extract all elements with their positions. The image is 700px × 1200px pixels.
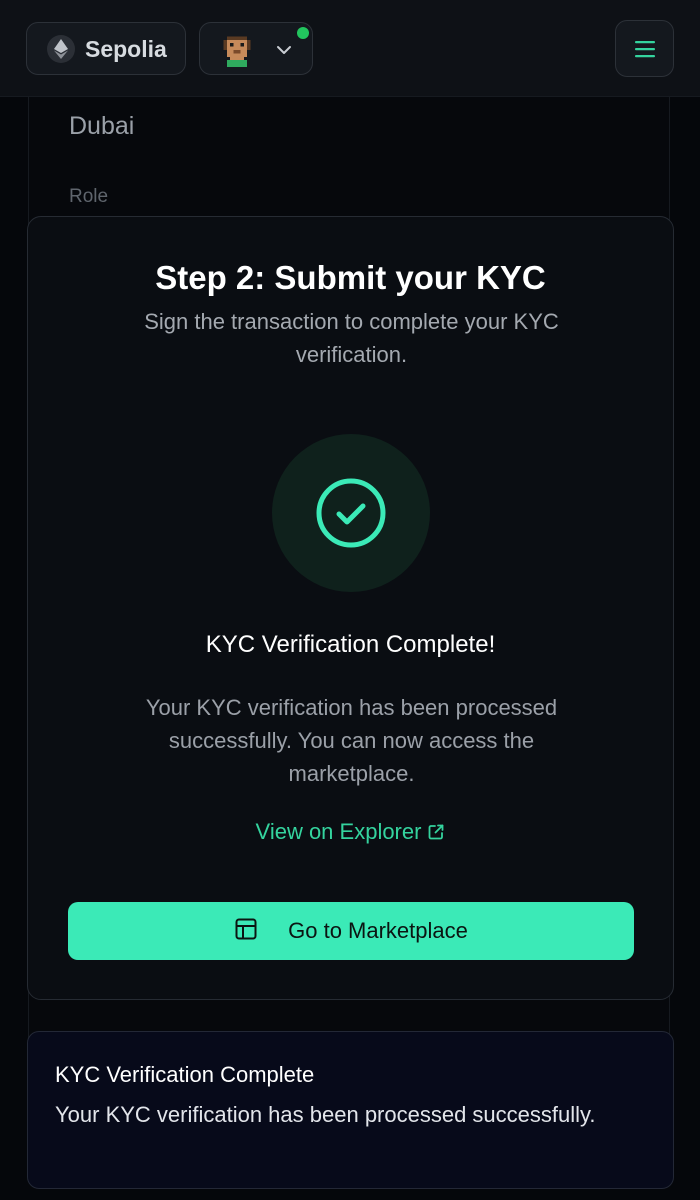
account-button[interactable] [199, 22, 313, 75]
verification-complete-description: Your KYC verification has been processed… [145, 695, 558, 786]
hamburger-icon [634, 40, 655, 57]
toast-body: Your KYC verification has been processed… [55, 1102, 596, 1127]
marketplace-button-label: Go to Marketplace [288, 918, 468, 943]
ethereum-icon [47, 35, 75, 63]
view-on-explorer-link[interactable]: View on Explorer [28, 819, 673, 847]
role-label: Role [69, 186, 109, 207]
explorer-link-label: View on Explorer [255, 819, 422, 844]
connection-status-dot [297, 27, 309, 39]
go-to-marketplace-button[interactable]: Go to Marketplace [68, 902, 634, 960]
chevron-down-icon [274, 40, 294, 60]
toast-notification[interactable]: KYC Verification Complete Your KYC verif… [27, 1031, 674, 1189]
modal-subtitle: Sign the transaction to complete your KY… [144, 309, 559, 367]
modal-title: Step 2: Submit your KYC [155, 259, 546, 296]
toast-title: KYC Verification Complete [55, 1062, 315, 1087]
verification-complete-title: KYC Verification Complete! [205, 631, 496, 658]
kyc-step-modal: Step 2: Submit your KYC Sign the transac… [27, 216, 674, 1000]
avatar [220, 33, 254, 67]
city-value: Dubai [69, 112, 135, 140]
layout-icon [234, 917, 258, 946]
external-link-icon [427, 821, 445, 847]
network-label: Sepolia [85, 36, 167, 62]
menu-button[interactable] [615, 20, 674, 77]
top-header: Sepolia [0, 0, 700, 97]
network-selector-button[interactable]: Sepolia [26, 22, 186, 75]
success-badge [272, 434, 430, 592]
check-circle-icon [316, 478, 386, 548]
